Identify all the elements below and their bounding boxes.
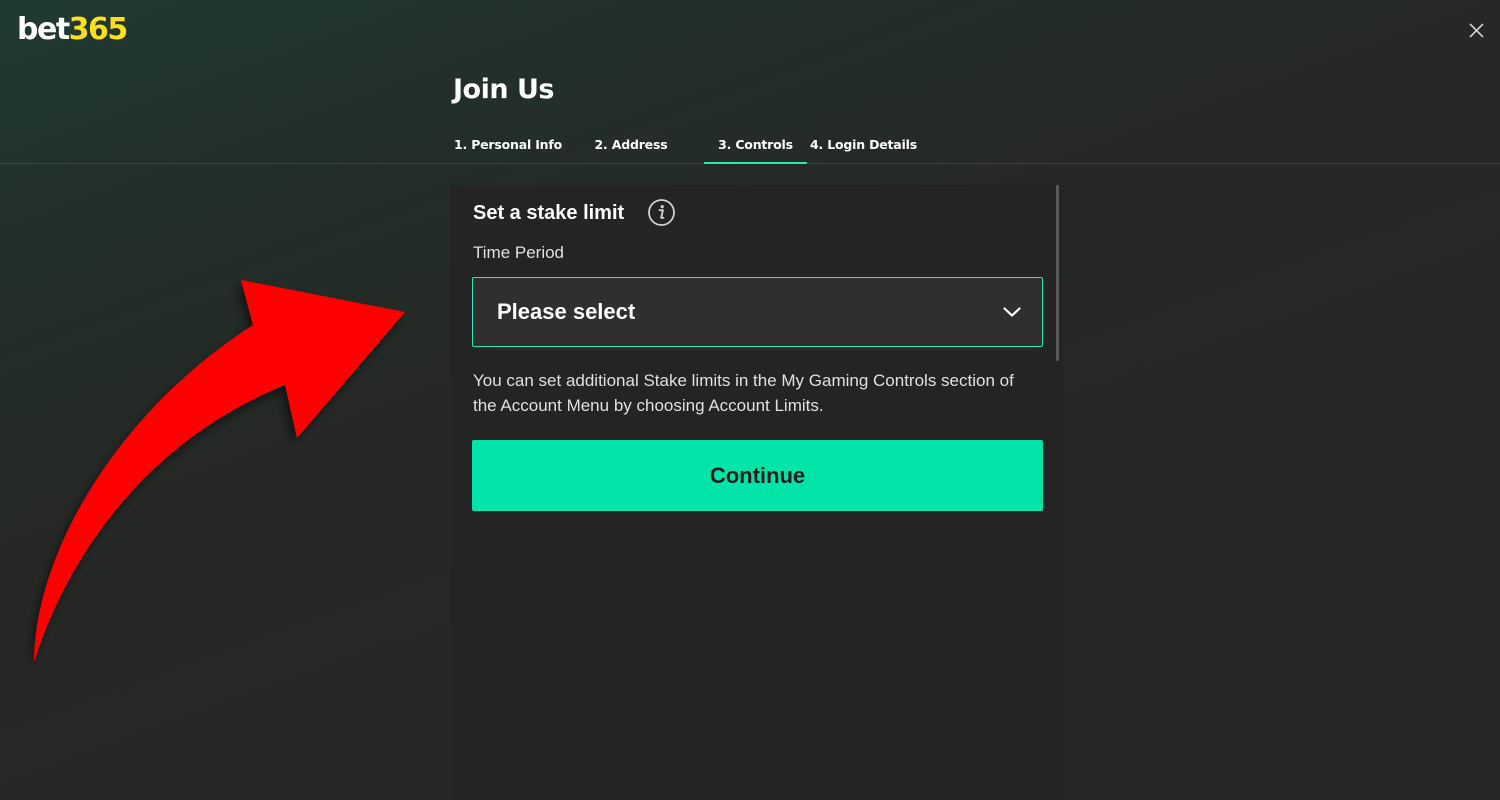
time-period-label: Time Period	[473, 243, 565, 262]
info-icon[interactable]	[647, 198, 676, 227]
tab-address[interactable]: 2. Address	[590, 126, 672, 164]
close-icon	[1469, 23, 1484, 38]
tab-personal-info[interactable]: 1. Personal Info	[452, 126, 564, 164]
step-tabs: 1. Personal Info 2. Address 3. Controls …	[0, 126, 1500, 164]
time-period-select[interactable]: Please select	[472, 277, 1043, 347]
tab-login-details[interactable]: 4. Login Details	[807, 126, 920, 164]
logo-text-bet: bet	[17, 12, 70, 47]
page-title: Join Us	[453, 74, 554, 105]
tab-controls[interactable]: 3. Controls	[704, 126, 807, 164]
red-arrow-icon	[34, 280, 405, 662]
stake-limit-panel: Set a stake limit Time Period Please sel…	[450, 185, 1064, 800]
stake-limit-help-text: You can set additional Stake limits in t…	[473, 371, 1014, 415]
chevron-down-icon	[1003, 307, 1021, 317]
panel-scrollbar[interactable]	[1056, 185, 1059, 361]
section-title: Set a stake limit	[473, 202, 625, 224]
close-button[interactable]	[1464, 18, 1488, 42]
signup-page: bet365 Join Us 1. Personal Info 2. Addre…	[0, 0, 1500, 800]
time-period-selected-value: Please select	[497, 299, 636, 324]
header: bet365 Join Us 1. Personal Info 2. Addre…	[0, 0, 1500, 164]
continue-button[interactable]: Continue	[472, 440, 1043, 511]
brand-logo[interactable]: bet365	[17, 12, 129, 48]
logo-text-365: 365	[68, 12, 129, 47]
